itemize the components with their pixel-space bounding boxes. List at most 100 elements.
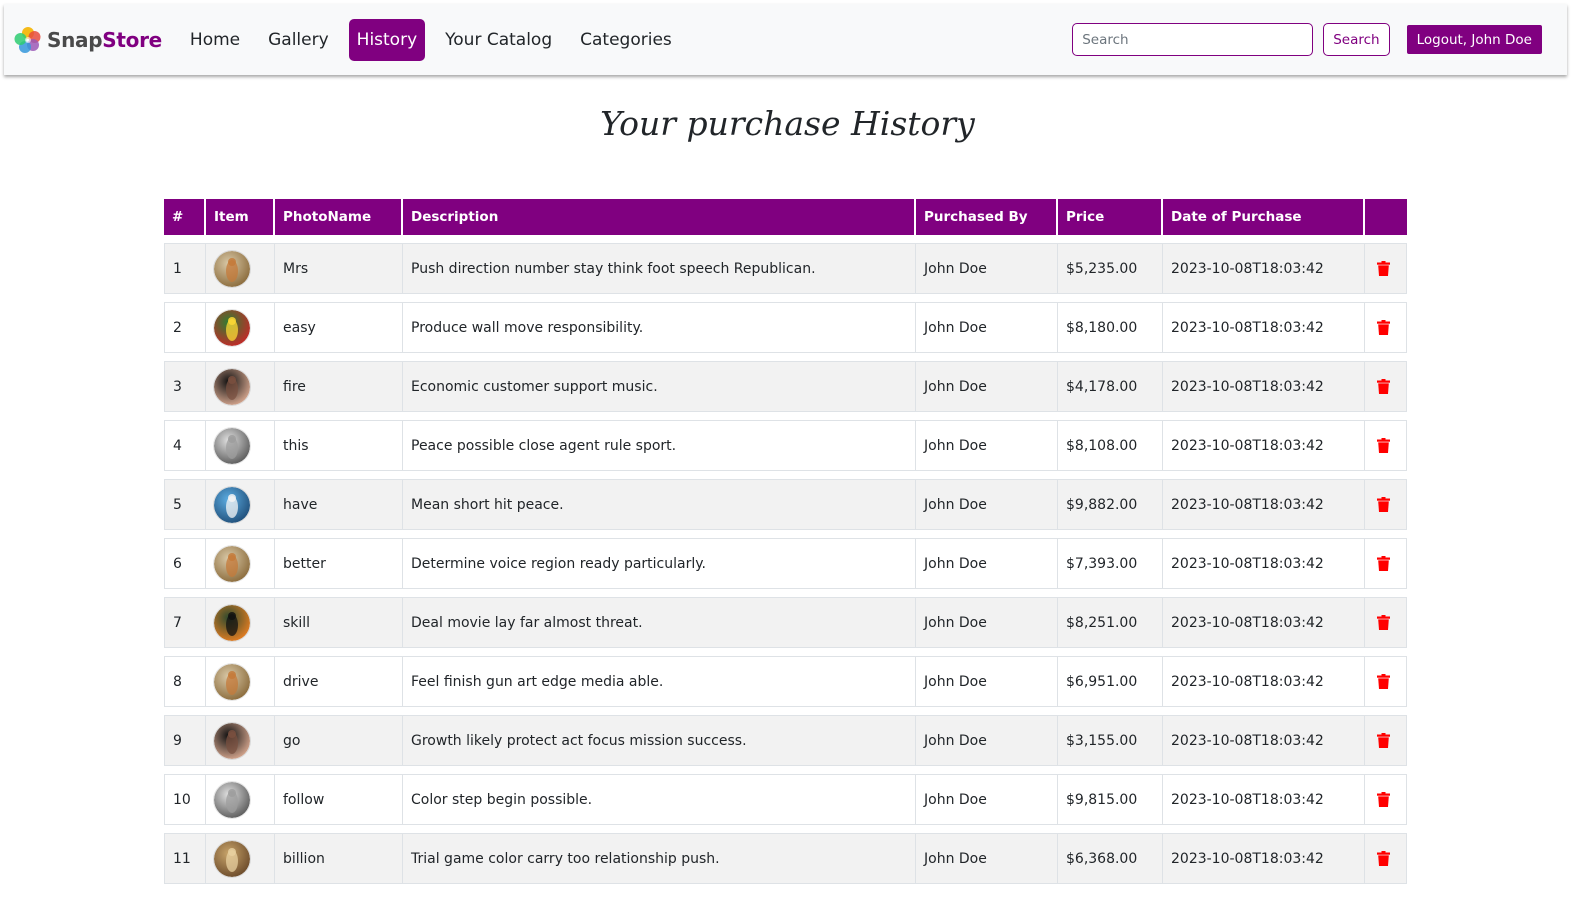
column-header: Item [206, 199, 275, 235]
delete-button[interactable] [1365, 597, 1407, 648]
row-number: 2 [164, 302, 206, 353]
delete-button[interactable] [1365, 833, 1407, 884]
trash-icon [1377, 674, 1390, 689]
photo-name: go [275, 715, 403, 766]
purchase-date: 2023-10-08T18:03:42 [1163, 656, 1365, 707]
photo-name: drive [275, 656, 403, 707]
photo-name: better [275, 538, 403, 589]
item-thumbnail[interactable] [206, 361, 275, 412]
description: Mean short hit peace. [403, 479, 916, 530]
photo-name: easy [275, 302, 403, 353]
item-thumbnail[interactable] [206, 656, 275, 707]
purchase-date: 2023-10-08T18:03:42 [1163, 361, 1365, 412]
description: Produce wall move responsibility. [403, 302, 916, 353]
purchased-by: John Doe [916, 656, 1058, 707]
row-number: 6 [164, 538, 206, 589]
photo-name: billion [275, 833, 403, 884]
column-header: Date of Purchase [1163, 199, 1365, 235]
column-header: Description [403, 199, 916, 235]
purchased-by: John Doe [916, 774, 1058, 825]
table-row: 7 skill Deal movie lay far almost threat. J… [164, 597, 1407, 648]
description: Feel finish gun art edge media able. [403, 656, 916, 707]
item-thumbnail[interactable] [206, 538, 275, 589]
photo-thumbnail-butterfly[interactable] [214, 604, 266, 641]
purchase-date: 2023-10-08T18:03:42 [1163, 715, 1365, 766]
column-header: PhotoName [275, 199, 403, 235]
delete-button[interactable] [1365, 361, 1407, 412]
table-header-row: # Item PhotoName Description Purchased By Pri… [164, 199, 1407, 235]
item-thumbnail[interactable] [206, 302, 275, 353]
flower-logo-icon [14, 26, 41, 53]
nav-link-home[interactable]: Home [182, 19, 248, 61]
photo-thumbnail-horse[interactable] [214, 840, 266, 877]
purchase-date: 2023-10-08T18:03:42 [1163, 243, 1365, 294]
nav-link-gallery[interactable]: Gallery [260, 19, 337, 61]
delete-button[interactable] [1365, 420, 1407, 471]
row-number: 4 [164, 420, 206, 471]
table-row: 10 follow Color step begin possible. John D… [164, 774, 1407, 825]
delete-button[interactable] [1365, 243, 1407, 294]
purchase-date: 2023-10-08T18:03:42 [1163, 538, 1365, 589]
photo-thumbnail-statue[interactable] [214, 545, 266, 582]
purchase-date: 2023-10-08T18:03:42 [1163, 302, 1365, 353]
search-input[interactable] [1072, 23, 1314, 56]
photo-thumbnail-tower[interactable] [214, 486, 266, 523]
photo-thumbnail-disco[interactable] [214, 781, 266, 818]
delete-button[interactable] [1365, 479, 1407, 530]
purchased-by: John Doe [916, 597, 1058, 648]
nav-link-categories[interactable]: Categories [572, 19, 680, 61]
purchased-by: John Doe [916, 479, 1058, 530]
item-thumbnail[interactable] [206, 479, 275, 530]
trash-icon [1377, 497, 1390, 512]
nav-link-history[interactable]: History [348, 18, 426, 61]
column-header: # [164, 199, 206, 235]
photo-thumbnail-statue[interactable] [214, 250, 266, 287]
delete-button[interactable] [1365, 302, 1407, 353]
brand[interactable]: SnapStore [14, 26, 162, 54]
purchased-by: John Doe [916, 361, 1058, 412]
item-thumbnail[interactable] [206, 774, 275, 825]
trash-icon [1377, 556, 1390, 571]
photo-name: skill [275, 597, 403, 648]
photo-thumbnail-statue[interactable] [214, 663, 266, 700]
row-number: 10 [164, 774, 206, 825]
price: $9,882.00 [1058, 479, 1163, 530]
purchase-date: 2023-10-08T18:03:42 [1163, 774, 1365, 825]
delete-button[interactable] [1365, 774, 1407, 825]
trash-icon [1377, 438, 1390, 453]
purchase-date: 2023-10-08T18:03:42 [1163, 597, 1365, 648]
price: $8,251.00 [1058, 597, 1163, 648]
brand-name: SnapStore [47, 27, 162, 52]
trash-icon [1377, 320, 1390, 335]
price: $8,180.00 [1058, 302, 1163, 353]
item-thumbnail[interactable] [206, 420, 275, 471]
column-header: Price [1058, 199, 1163, 235]
delete-button[interactable] [1365, 656, 1407, 707]
search-button[interactable]: Search [1323, 23, 1390, 56]
purchase-date: 2023-10-08T18:03:42 [1163, 420, 1365, 471]
photo-thumbnail-disco[interactable] [214, 427, 266, 464]
purchase-date: 2023-10-08T18:03:42 [1163, 833, 1365, 884]
photo-thumbnail-portrait[interactable] [214, 368, 266, 405]
trash-icon [1377, 733, 1390, 748]
logout-button[interactable]: Logout, John Doe [1406, 25, 1542, 54]
item-thumbnail[interactable] [206, 597, 275, 648]
trash-icon [1377, 851, 1390, 866]
table-row: 8 drive Feel finish gun art edge media abl… [164, 656, 1407, 707]
photo-name: follow [275, 774, 403, 825]
nav-link-your-catalog[interactable]: Your Catalog [437, 19, 560, 61]
purchase-history-table: # Item PhotoName Description Purchased By Pri… [164, 191, 1407, 892]
photo-thumbnail-parrot[interactable] [214, 309, 266, 346]
delete-button[interactable] [1365, 715, 1407, 766]
description: Economic customer support music. [403, 361, 916, 412]
item-thumbnail[interactable] [206, 833, 275, 884]
delete-button[interactable] [1365, 538, 1407, 589]
purchased-by: John Doe [916, 302, 1058, 353]
purchased-by: John Doe [916, 833, 1058, 884]
photo-name: this [275, 420, 403, 471]
description: Color step begin possible. [403, 774, 916, 825]
photo-thumbnail-portrait[interactable] [214, 722, 266, 759]
table-row: 4 this Peace possible close agent rule spo… [164, 420, 1407, 471]
item-thumbnail[interactable] [206, 715, 275, 766]
item-thumbnail[interactable] [206, 243, 275, 294]
